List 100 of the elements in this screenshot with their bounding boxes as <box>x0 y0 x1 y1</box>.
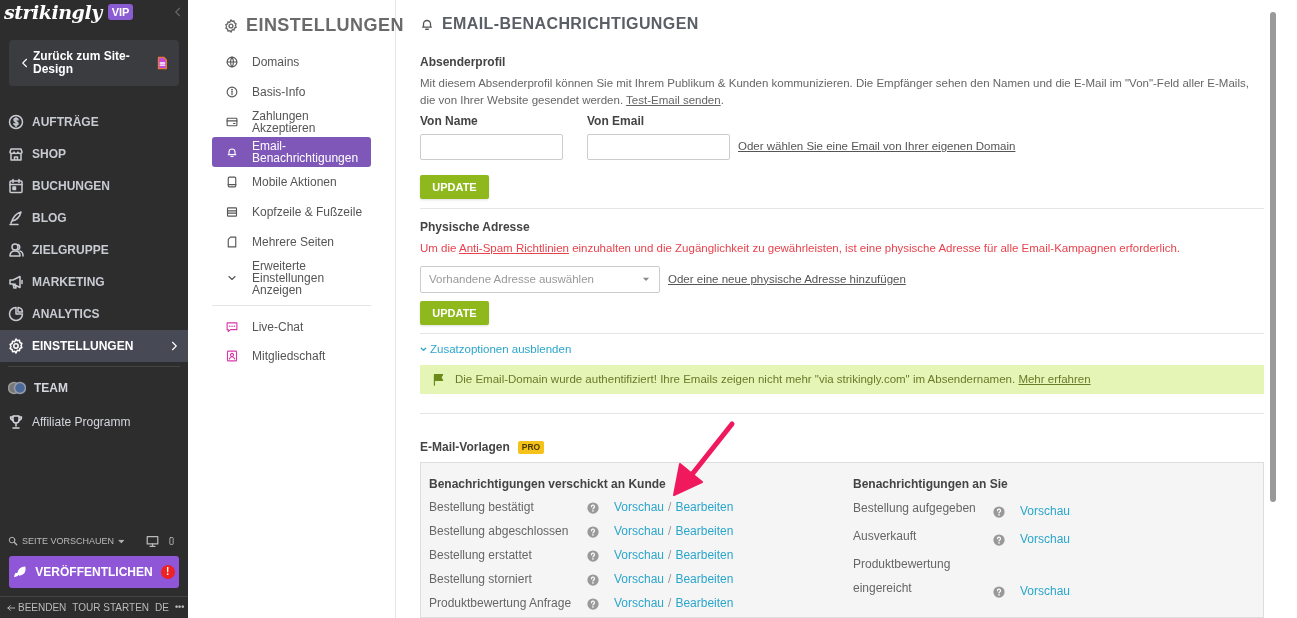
email-field[interactable] <box>587 134 730 160</box>
page-heading: EINSTELLUNGEN <box>246 14 404 37</box>
scrollbar[interactable] <box>1270 12 1276 502</box>
quill-icon <box>8 210 24 226</box>
avatars-icon <box>8 380 26 396</box>
description-text: Mit diesem Absenderprofil können Sie mit Ihrem Publikum & Kunden kommunizieren. Die Empfänger sehen den Namen und die E-Mail im "Von"-Feld aller E-Mails, die von Ihrer Website gesendet werden. Test-Email senden. <box>420 76 1250 108</box>
settings-nav-item[interactable]: Erweiterte Einstellungen Anzeigen <box>212 257 371 299</box>
preview-dropdown[interactable]: SEITE VORSCHAUEN <box>22 534 127 548</box>
footer-link[interactable]: DE <box>155 600 169 615</box>
settings-nav-item[interactable]: Live-Chat <box>212 312 371 341</box>
settings-nav-item[interactable]: Mitgliedschaft <box>212 341 371 370</box>
template-name: Produktbewertung eingereicht <box>853 556 952 598</box>
section-title: Physische Adresse <box>420 219 531 237</box>
section-title: E-Mail-Vorlagen <box>420 439 510 457</box>
sidebar-item[interactable]: EINSTELLUNGEN <box>0 330 188 362</box>
pie-chart-icon <box>8 306 24 322</box>
help-icon <box>993 534 1005 547</box>
settings-icon <box>224 18 238 33</box>
settings-icon <box>8 338 24 354</box>
people-icon <box>8 242 24 258</box>
settings-nav-item[interactable]: Mobile Aktionen <box>212 167 371 197</box>
settings-nav-item[interactable]: Mehrere Seiten <box>212 227 371 257</box>
chevron-icon <box>420 346 427 354</box>
template-name: Bestellung aufgegeben <box>853 500 977 518</box>
template-name: Ausverkauft <box>853 528 918 546</box>
sidebar-item[interactable]: AUFTRÄGE <box>0 106 188 138</box>
publish-button[interactable]: VERÖFFENTLICHEN ! <box>9 556 179 588</box>
page-icon <box>155 55 169 71</box>
sidebar-item[interactable]: Affiliate Programm <box>0 405 188 439</box>
globe-icon <box>226 56 238 68</box>
sidebar-item[interactable]: BUCHUNGEN <box>0 170 188 202</box>
sidebar-item[interactable]: SHOP <box>0 138 188 170</box>
sidebar-item[interactable]: ZIELGRUPPE <box>0 234 188 266</box>
add-address-link[interactable]: Oder eine neue physische Adresse hinzufügen <box>668 270 906 288</box>
section-title: Absenderprofil <box>420 54 507 71</box>
sidebar-item[interactable]: BLOG <box>0 202 188 234</box>
desktop-icon <box>146 534 159 548</box>
logo[interactable]: strikingly <box>4 0 102 27</box>
alert-badge: ! <box>160 565 175 579</box>
name-field[interactable] <box>420 134 563 160</box>
column-heading: Benachrichtigungen an Sie <box>853 476 1009 494</box>
info-icon <box>226 86 238 98</box>
more-button[interactable]: ••• <box>174 600 185 615</box>
member-card-icon <box>226 349 238 362</box>
section-heading: EMAIL-BENACHRICHTIGUNGEN <box>442 14 699 34</box>
separator-text: / <box>668 547 672 565</box>
dollar-icon <box>8 114 24 130</box>
separator-text: / <box>668 523 672 541</box>
chat-icon <box>226 320 238 333</box>
template-name: Bestellung bestätigt <box>429 499 535 517</box>
arrow-left-icon <box>6 602 16 613</box>
sidebar-item[interactable]: TEAM <box>0 371 188 405</box>
pro-badge: PRO <box>517 440 545 454</box>
field-label: Von Email <box>587 113 646 130</box>
tablet-icon <box>226 176 238 188</box>
field-label: Von Name <box>420 113 479 130</box>
domain-link[interactable]: Oder wählen Sie eine Email von Ihrer eigenen Domain <box>738 138 1016 156</box>
megaphone-icon <box>8 274 24 290</box>
page-icon <box>226 236 238 248</box>
footer-link[interactable]: TOUR STARTEN <box>72 600 150 615</box>
help-icon <box>587 598 599 611</box>
back-button[interactable]: Zurück zum Site-Design <box>9 40 179 86</box>
flag-icon <box>432 373 445 387</box>
sidebar-item[interactable]: MARKETING <box>0 266 188 298</box>
mobile-icon <box>167 535 176 548</box>
vip-badge: VIP <box>107 4 134 20</box>
help-icon <box>587 574 599 587</box>
settings-nav-item[interactable]: Domains <box>212 47 371 77</box>
settings-nav-item[interactable]: Kopfzeile & Fußzeile <box>212 197 371 227</box>
search-icon <box>8 536 18 547</box>
calendar-icon <box>8 178 24 194</box>
help-icon <box>587 526 599 539</box>
policy-link[interactable]: Anti-Spam Richtlinien <box>459 242 569 255</box>
column-heading: Benachrichtigungen verschickt an Kunde <box>429 476 667 494</box>
separator-text: / <box>668 499 672 517</box>
footer-link[interactable]: BEENDEN <box>18 600 67 615</box>
notice-text: Die Email-Domain wurde authentifiziert! Ihre Emails zeigen nicht mehr "via strikingly.com" im Absendernamen. Mehr erfahren <box>455 372 1091 388</box>
bell-icon <box>226 146 238 158</box>
card-icon <box>226 116 238 128</box>
separator-text: / <box>668 571 672 589</box>
settings-nav-item[interactable]: Zahlungen Akzeptieren <box>212 107 371 137</box>
help-icon <box>587 502 599 515</box>
test-email-link[interactable]: Test-Email senden <box>626 94 721 106</box>
template-name: Bestellung storniert <box>429 571 533 589</box>
help-icon <box>993 506 1005 519</box>
warning-text: Um die Anti-Spam Richtlinien einzuhalten und die Zugänglichkeit zu gewährleisten, ist eine physische Adresse für alle Email-Kampagnen erforderlich. <box>420 241 1182 257</box>
learn-more-link[interactable]: Mehr erfahren <box>1018 373 1091 386</box>
store-icon <box>8 146 24 162</box>
bell-icon <box>420 17 434 31</box>
sidebar-item[interactable]: ANALYTICS <box>0 298 188 330</box>
layout-icon <box>226 206 238 218</box>
separator-text: / <box>668 595 672 613</box>
help-icon <box>587 550 599 563</box>
template-name: Bestellung erstattet <box>429 547 533 565</box>
template-name: Bestellung abgeschlossen <box>429 523 570 541</box>
help-icon <box>993 586 1005 599</box>
settings-nav-item[interactable]: Basis-Info <box>212 77 371 107</box>
template-name: Produktbewertung Anfrage <box>429 595 573 613</box>
settings-nav-item[interactable]: Email-Benachrichtigungen <box>212 137 371 167</box>
trophy-icon <box>8 414 24 430</box>
